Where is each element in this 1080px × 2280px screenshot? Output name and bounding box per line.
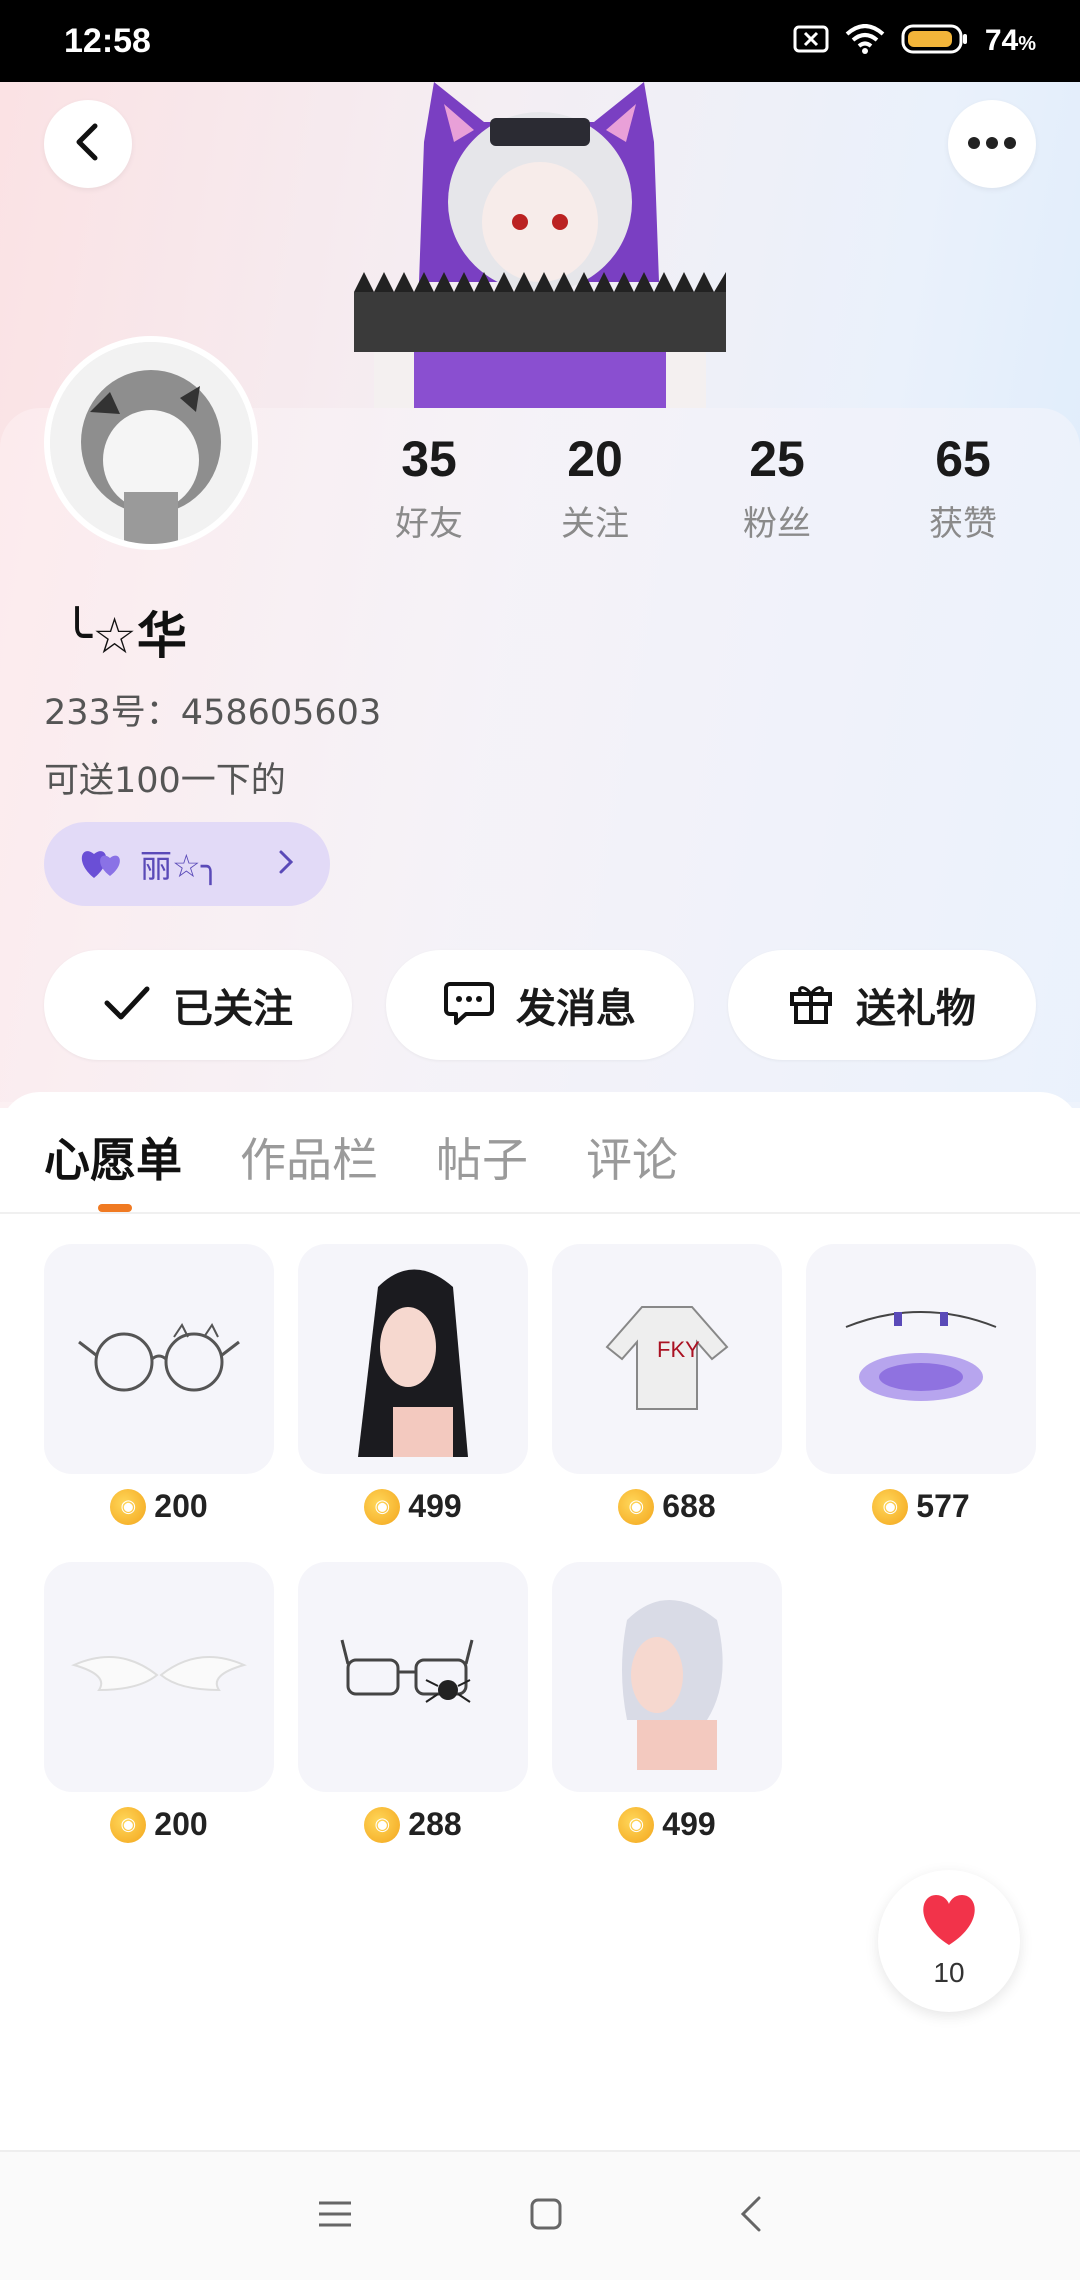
item-image: [44, 1244, 274, 1474]
status-time: 12:58: [64, 21, 151, 60]
stat-fans[interactable]: 25 粉丝: [684, 430, 870, 545]
wishlist-item[interactable]: ◉ 288: [298, 1562, 528, 1843]
avatar[interactable]: [44, 336, 258, 550]
more-dots-icon: [967, 135, 1017, 154]
status-icons: 74%: [793, 23, 1036, 59]
price-value: 288: [408, 1806, 462, 1842]
coin-icon: ◉: [364, 1488, 401, 1525]
more-options-button[interactable]: [948, 100, 1036, 188]
wishlist-item[interactable]: ◉ 200: [44, 1562, 274, 1843]
stat-label: 好友: [395, 504, 463, 544]
black-hair-icon: [338, 1257, 488, 1461]
battery-percentage: 74%: [984, 24, 1036, 57]
tab-posts[interactable]: 帖子: [436, 1124, 528, 1190]
coin-icon: ◉: [110, 1806, 147, 1843]
coin-icon: ◉: [618, 1806, 655, 1843]
coin-icon: ◉: [872, 1488, 909, 1525]
stat-friends[interactable]: 35 好友: [336, 430, 522, 545]
avatar-3d-image: [354, 82, 726, 408]
coin-icon: ◉: [618, 1488, 655, 1525]
stat-value: 25: [749, 431, 805, 487]
back-triangle-icon[interactable]: [739, 2196, 763, 2236]
tab-comments[interactable]: 评论: [586, 1124, 678, 1190]
price-value: 499: [662, 1806, 716, 1842]
notification-off-icon: [793, 25, 829, 57]
followed-button[interactable]: 已关注: [44, 950, 352, 1060]
stat-label: 粉丝: [743, 504, 811, 544]
send-gift-label: 送礼物: [856, 986, 976, 1032]
tabs-divider: [0, 1212, 1080, 1214]
wifi-icon: [845, 24, 885, 58]
price-value: 200: [154, 1806, 208, 1842]
price-value: 200: [154, 1488, 208, 1524]
gift-icon: [788, 980, 834, 1030]
send-message-button[interactable]: 发消息: [386, 950, 694, 1060]
jacket-icon: FKY: [602, 1297, 732, 1421]
wishlist-item[interactable]: FKY ◉ 688: [552, 1244, 782, 1525]
item-price: ◉ 688: [552, 1488, 782, 1525]
profile-tabs: 心愿单 作品栏 帖子 评论: [44, 1124, 678, 1212]
item-price: ◉ 200: [44, 1806, 274, 1843]
item-price: ◉ 499: [552, 1806, 782, 1843]
item-price: ◉ 200: [44, 1488, 274, 1525]
battery-icon: [901, 23, 969, 59]
coin-icon: ◉: [110, 1488, 147, 1525]
back-button[interactable]: [44, 100, 132, 188]
chat-bubble-icon: [444, 980, 494, 1030]
stat-label: 关注: [561, 504, 629, 544]
stat-value: 20: [567, 431, 623, 487]
chevron-left-icon: [73, 122, 103, 166]
spider-glasses-icon: [338, 1630, 488, 1724]
wishlist-item[interactable]: ◉ 577: [806, 1244, 1036, 1525]
menu-icon[interactable]: [317, 2199, 353, 2233]
followed-label: 已关注: [173, 986, 293, 1032]
item-price: ◉ 499: [298, 1488, 528, 1525]
item-image: [806, 1244, 1036, 1474]
white-hair-icon: [597, 1580, 737, 1774]
like-button[interactable]: 10: [878, 1870, 1020, 2012]
chevron-right-icon: [278, 849, 294, 879]
price-value: 577: [916, 1488, 970, 1524]
item-price: ◉ 288: [298, 1806, 528, 1843]
stat-likes[interactable]: 65 获赞: [870, 430, 1056, 545]
bio: 可送100一下的: [44, 761, 286, 801]
wishlist-item[interactable]: ◉ 499: [552, 1562, 782, 1843]
heart-icon: [918, 1893, 980, 1951]
send-gift-button[interactable]: 送礼物: [728, 950, 1036, 1060]
home-square-icon[interactable]: [529, 2197, 563, 2235]
coin-icon: ◉: [364, 1806, 401, 1843]
heart-pair-icon: [80, 844, 126, 884]
stat-value: 65: [935, 431, 991, 487]
stat-label: 获赞: [929, 504, 997, 544]
item-image: [44, 1562, 274, 1792]
price-value: 688: [662, 1488, 716, 1524]
action-buttons: 已关注 发消息 送礼物: [44, 950, 1036, 1060]
send-message-label: 发消息: [516, 986, 636, 1032]
cp-tag-button[interactable]: 丽☆╮: [44, 822, 330, 906]
svg-text:FKY: FKY: [657, 1337, 700, 1362]
halo-portal-icon: [836, 1302, 1006, 1416]
status-bar: 12:58 74%: [0, 0, 1080, 82]
item-price: ◉ 577: [806, 1488, 1036, 1525]
item-image: [298, 1562, 528, 1792]
stat-value: 35: [401, 431, 457, 487]
cp-tag-label: 丽☆╮: [140, 847, 220, 885]
stat-following[interactable]: 20 关注: [502, 430, 688, 545]
user-id: 233号：458605603: [44, 693, 382, 733]
item-image: FKY: [552, 1244, 782, 1474]
check-icon: [103, 985, 151, 1025]
wishlist-item[interactable]: ◉ 200: [44, 1244, 274, 1525]
price-value: 499: [408, 1488, 462, 1524]
system-nav-bar: [0, 2150, 1080, 2280]
like-count: 10: [933, 1957, 965, 1988]
wishlist-item[interactable]: ◉ 499: [298, 1244, 528, 1525]
tab-works[interactable]: 作品栏: [240, 1124, 378, 1190]
item-image: [552, 1562, 782, 1792]
profile-stats: 35 好友 20 关注 25 粉丝 65 获赞: [360, 430, 1060, 545]
glasses-cat-icon: [74, 1317, 244, 1401]
tab-wishlist[interactable]: 心愿单: [44, 1124, 182, 1212]
username: ╰☆华: [62, 607, 187, 665]
item-image: [298, 1244, 528, 1474]
wings-icon: [69, 1645, 249, 1709]
